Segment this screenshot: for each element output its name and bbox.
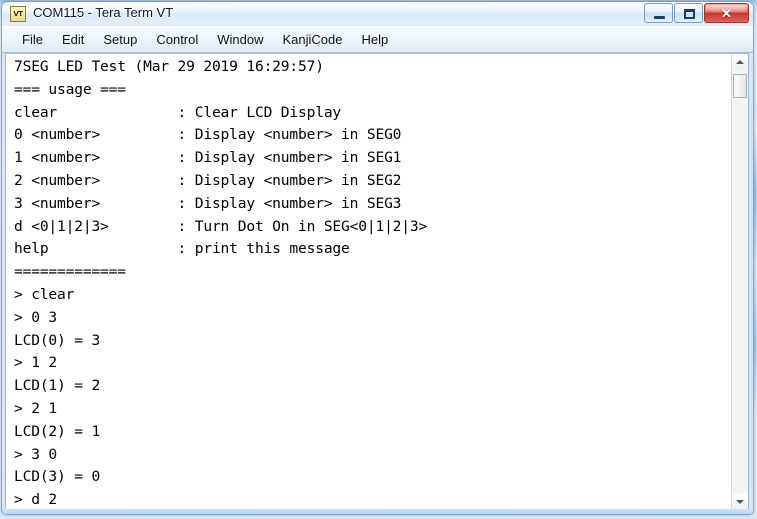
maximize-button[interactable] [674,3,703,23]
caret-down-icon [736,500,744,504]
terminal-line: 1 <number> : Display <number> in SEG1 [14,149,402,167]
terminal-region: 7SEG LED Test (Mar 29 2019 16:29:57) ===… [2,53,753,514]
terminal-line: > clear [14,285,75,303]
button-gloss [646,5,671,13]
terminal-line: help : print this message [14,240,350,258]
caret-up-icon [736,60,744,64]
title-bar[interactable]: VT COM115 - Tera Term VT ✕ [2,2,753,27]
terminal-scrollbar[interactable] [731,54,748,510]
terminal-line: LCD(3) = 0 [14,468,101,486]
menu-item-file[interactable]: File [13,30,52,50]
terminal-frame: 7SEG LED Test (Mar 29 2019 16:29:57) ===… [5,53,749,511]
tera-term-window: VT COM115 - Tera Term VT ✕ File Edit Set… [2,2,753,514]
app-icon-label: VT [13,10,23,18]
scroll-down-button[interactable] [732,494,748,510]
terminal-line: === usage === [14,80,126,98]
window-controls: ✕ [643,3,749,23]
minimize-icon [654,16,665,19]
terminal-line: ============= [14,263,126,281]
terminal-line: 3 <number> : Display <number> in SEG3 [14,194,402,212]
terminal-line: LCD(1) = 2 [14,377,101,395]
menu-item-kanjicode[interactable]: KanjiCode [274,30,352,50]
close-icon: ✕ [721,6,732,21]
terminal-line: 7SEG LED Test (Mar 29 2019 16:29:57) [14,58,324,75]
menu-bar: File Edit Setup Control Window KanjiCode… [2,27,753,53]
scrollbar-thumb[interactable] [733,74,747,98]
scrollbar-track[interactable] [732,70,748,494]
menu-item-help[interactable]: Help [353,30,398,50]
scroll-up-button[interactable] [732,54,748,70]
terminal-screen[interactable]: 7SEG LED Test (Mar 29 2019 16:29:57) ===… [6,54,731,510]
menu-item-control[interactable]: Control [147,30,207,50]
terminal-line: > 2 1 [14,399,58,417]
terminal-line: d <0|1|2|3> : Turn Dot On in SEG<0|1|2|3… [14,217,428,235]
menu-item-edit[interactable]: Edit [53,30,93,50]
maximize-icon [684,9,695,19]
terminal-line: clear : Clear LCD Display [14,103,342,121]
terminal-line: LCD(2) = 1 [14,422,101,440]
terminal-line: 2 <number> : Display <number> in SEG2 [14,171,402,189]
close-button[interactable]: ✕ [704,3,749,23]
terminal-line: > 0 3 [14,308,58,326]
terminal-line: 0 <number> : Display <number> in SEG0 [14,126,402,144]
menu-item-setup[interactable]: Setup [94,30,146,50]
terminal-line: > d 2 [14,491,58,509]
terminal-line: > 3 0 [14,445,58,463]
window-title: COM115 - Tera Term VT [33,5,174,20]
menu-item-window[interactable]: Window [208,30,272,50]
window-bottom-frame [2,509,753,514]
app-icon: VT [10,6,26,22]
minimize-button[interactable] [644,3,673,23]
terminal-line: > 1 2 [14,354,58,372]
terminal-line: LCD(0) = 3 [14,331,101,349]
